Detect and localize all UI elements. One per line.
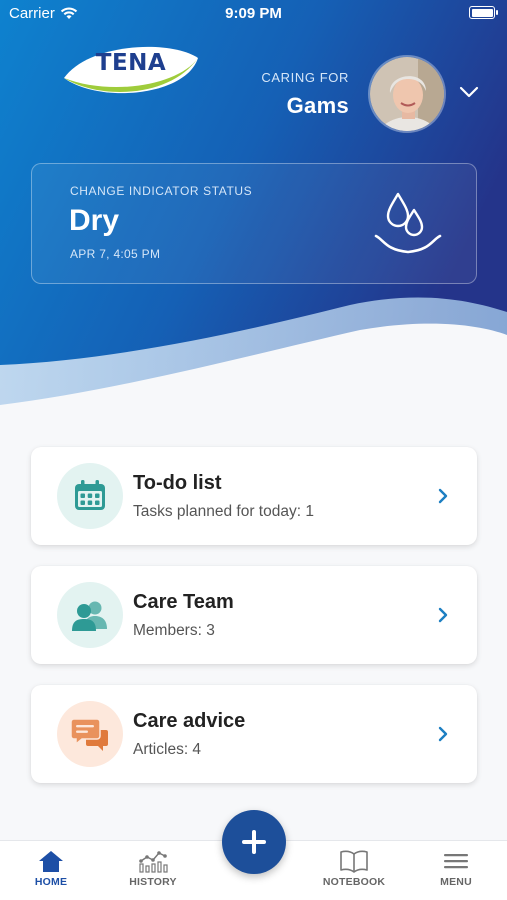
indicator-timestamp: APR 7, 4:05 PM bbox=[70, 247, 161, 261]
card-subtitle: Tasks planned for today: 1 bbox=[133, 503, 314, 520]
indicator-state: Dry bbox=[69, 204, 120, 237]
tab-menu[interactable]: MENU bbox=[416, 849, 496, 888]
change-indicator-card[interactable]: CHANGE INDICATOR STATUS Dry APR 7, 4:05 … bbox=[31, 163, 477, 284]
chevron-right-icon bbox=[438, 726, 448, 742]
add-button-wrap bbox=[220, 808, 288, 876]
tab-notebook[interactable]: NOTEBOOK bbox=[314, 849, 394, 888]
add-button[interactable] bbox=[222, 810, 286, 874]
chat-bubbles-icon bbox=[70, 718, 108, 751]
caring-for[interactable]: CARING FOR Gams bbox=[261, 70, 349, 119]
calendar-icon-circle bbox=[57, 463, 123, 529]
avatar[interactable] bbox=[368, 55, 446, 133]
caring-for-label: CARING FOR bbox=[261, 70, 349, 85]
book-icon bbox=[340, 850, 368, 873]
chat-icon-circle bbox=[57, 701, 123, 767]
care-team-card[interactable]: Care Team Members: 3 bbox=[31, 566, 477, 664]
tab-label: NOTEBOOK bbox=[322, 876, 386, 888]
card-subtitle: Members: 3 bbox=[133, 622, 215, 639]
tab-label: HISTORY bbox=[129, 876, 177, 888]
indicator-caption: CHANGE INDICATOR STATUS bbox=[70, 184, 253, 198]
todo-list-card[interactable]: To-do list Tasks planned for today: 1 bbox=[31, 447, 477, 545]
clock: 9:09 PM bbox=[225, 5, 282, 22]
logo-text: TENA bbox=[95, 50, 167, 76]
hamburger-icon bbox=[444, 854, 468, 869]
plus-icon bbox=[242, 830, 266, 854]
card-title: Care advice bbox=[133, 710, 246, 732]
chevron-down-icon[interactable] bbox=[459, 84, 479, 100]
tena-logo: TENA bbox=[60, 38, 202, 104]
status-bar: Carrier 9:09 PM bbox=[0, 0, 507, 30]
tab-label: HOME bbox=[34, 876, 68, 888]
chevron-right-icon bbox=[438, 488, 448, 504]
people-icon-circle bbox=[57, 582, 123, 648]
tab-label: MENU bbox=[440, 876, 472, 888]
calendar-icon bbox=[75, 480, 105, 510]
water-drop-icon bbox=[374, 192, 442, 254]
card-title: Care Team bbox=[133, 591, 234, 613]
home-icon bbox=[39, 851, 63, 872]
card-subtitle: Articles: 4 bbox=[133, 741, 202, 758]
tab-history[interactable]: HISTORY bbox=[113, 849, 193, 888]
people-icon bbox=[72, 601, 107, 631]
battery-icon bbox=[469, 6, 498, 19]
chart-icon bbox=[139, 851, 168, 873]
card-title: To-do list bbox=[133, 472, 222, 494]
chevron-right-icon bbox=[438, 607, 448, 623]
caring-for-name: Gams bbox=[286, 93, 349, 118]
tab-home[interactable]: HOME bbox=[11, 849, 91, 888]
care-advice-card[interactable]: Care advice Articles: 4 bbox=[31, 685, 477, 783]
